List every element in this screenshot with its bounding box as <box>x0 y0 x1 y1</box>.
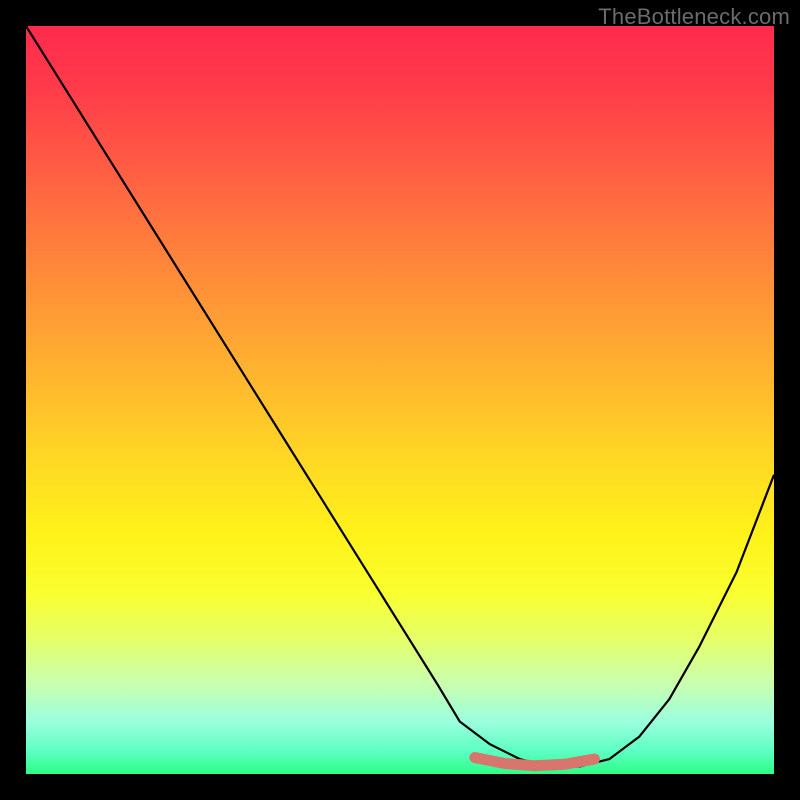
chart-frame: TheBottleneck.com <box>0 0 800 800</box>
highlight-band-line <box>475 758 595 766</box>
bottleneck-curve-line <box>26 26 774 767</box>
watermark-text: TheBottleneck.com <box>598 4 790 30</box>
chart-svg <box>26 26 774 774</box>
chart-plot-area <box>26 26 774 774</box>
